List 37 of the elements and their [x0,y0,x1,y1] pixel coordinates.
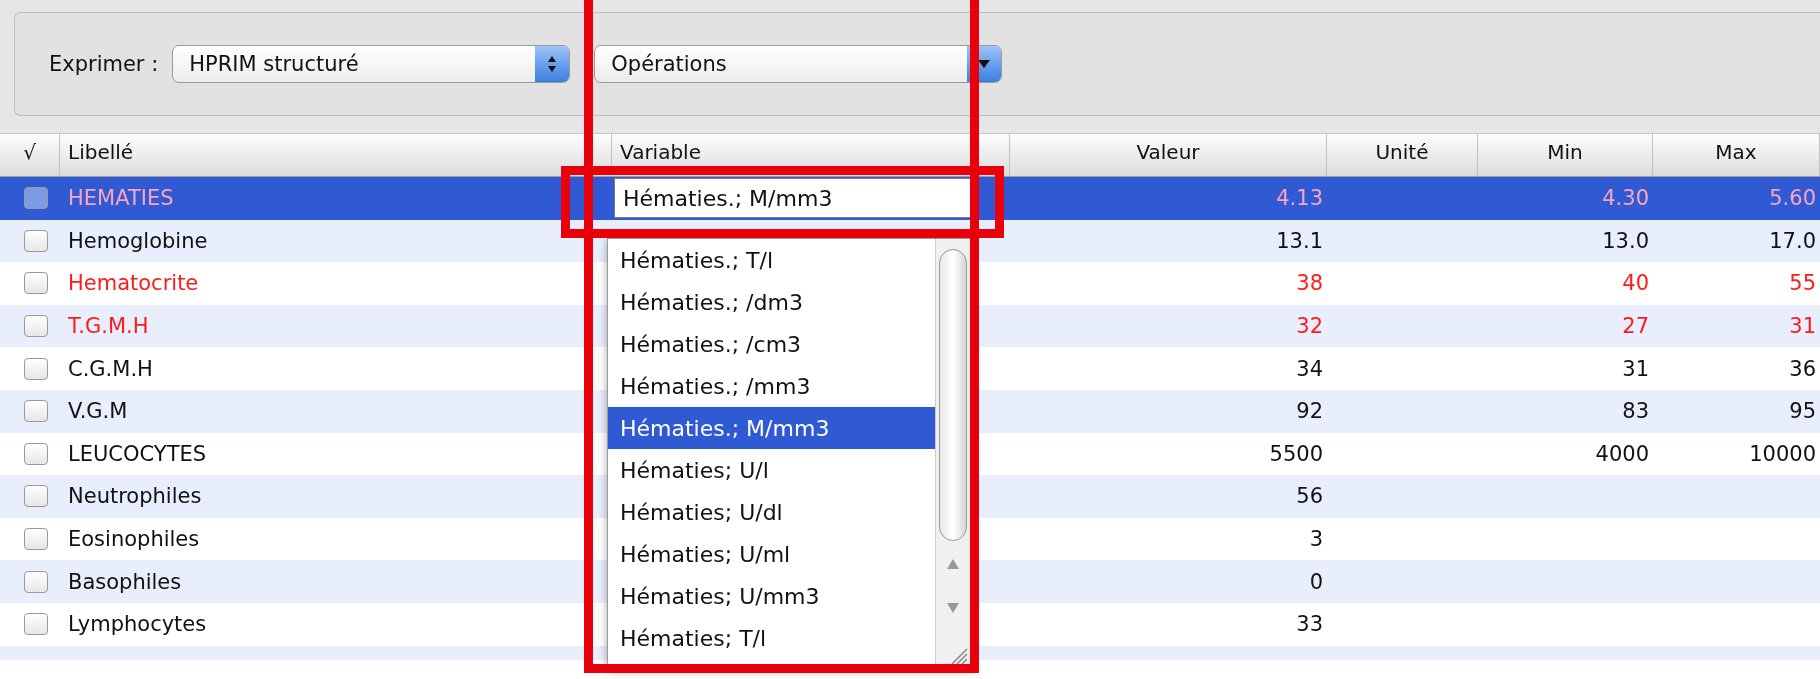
min-cell: 13.0 [1602,228,1649,253]
label-cell: Lymphocytes [68,612,207,637]
value-cell: 33 [1296,612,1323,637]
label-cell: Hematocrite [68,271,199,296]
value-cell: 5500 [1269,441,1323,466]
value-cell: 34 [1296,356,1323,381]
value-cell: 92 [1296,399,1323,424]
value-cell: 4.13 [1276,186,1323,211]
label-cell: Neutrophiles [68,484,202,509]
max-cell: 5.60 [1769,186,1816,211]
label-cell: HEMATIES [68,186,174,211]
min-cell: 40 [1622,271,1649,296]
max-cell: 31 [1789,314,1816,339]
label-cell: V.G.M [68,399,128,424]
max-cell: 17.0 [1769,228,1816,253]
min-cell: 83 [1622,399,1649,424]
label-cell: C.G.M.H [68,356,153,381]
label-cell: T.G.M.H [68,314,149,339]
max-cell: 36 [1789,356,1816,381]
max-cell: 55 [1789,271,1816,296]
value-cell: 13.1 [1276,228,1323,253]
min-cell: 4000 [1595,441,1649,466]
value-cell: 32 [1296,314,1323,339]
label-cell: Basophiles [68,569,182,594]
value-cell: 0 [1309,569,1323,594]
label-cell: LEUCOCYTES [68,441,207,466]
max-cell: 10000 [1749,441,1816,466]
min-cell: 4.30 [1602,186,1649,211]
expression-label: Exprimer : [49,52,159,76]
value-cell: 38 [1296,271,1323,296]
value-cell: 3 [1309,527,1323,552]
label-cell: Eosinophiles [68,527,200,552]
value-cell: 56 [1296,484,1323,509]
label-cell: Hemoglobine [68,228,208,253]
min-cell: 31 [1622,356,1649,381]
min-cell: 27 [1622,314,1649,339]
max-cell: 95 [1789,399,1816,424]
